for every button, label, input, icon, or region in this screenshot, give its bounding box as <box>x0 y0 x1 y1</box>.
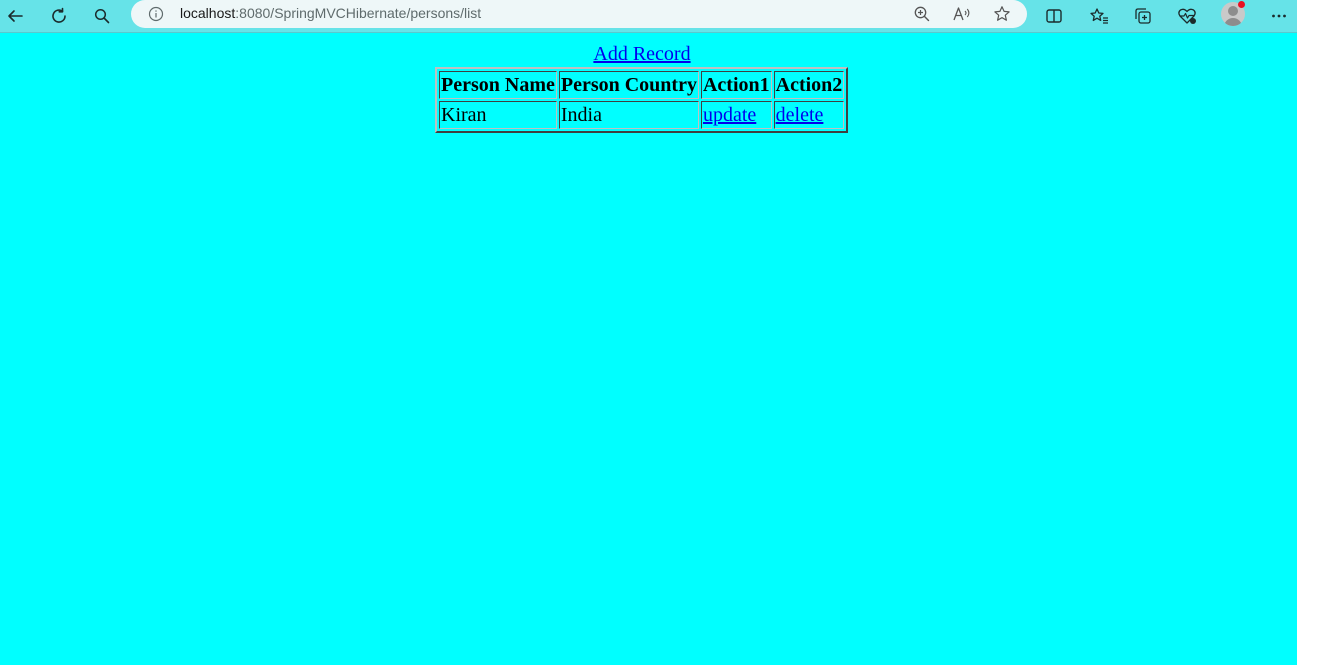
page-content: Add Record Person Name Person Country Ac… <box>0 33 1297 665</box>
favorite-button[interactable] <box>992 4 1012 24</box>
search-button[interactable] <box>88 2 116 30</box>
split-screen-icon <box>1046 9 1062 23</box>
avatar-head-shape <box>1228 6 1238 16</box>
cell-person-country: India <box>558 101 699 129</box>
read-aloud-button[interactable] <box>952 4 972 24</box>
avatar-body-shape <box>1224 18 1242 26</box>
info-icon[interactable] <box>148 6 164 22</box>
add-record-container: Add Record <box>0 42 1284 66</box>
favorites-icon <box>1090 8 1108 24</box>
heart-pulse-icon <box>1178 8 1196 24</box>
cell-action1: update <box>700 101 772 129</box>
cell-action2: delete <box>773 101 845 129</box>
split-screen-button[interactable] <box>1040 2 1068 30</box>
profile-notification-dot <box>1238 1 1245 8</box>
column-header-person-country: Person Country <box>558 71 699 99</box>
collections-button[interactable] <box>1129 2 1157 30</box>
table-header-row: Person Name Person Country Action1 Actio… <box>439 71 845 99</box>
delete-link[interactable]: delete <box>776 104 824 126</box>
browser-window: localhost:8080/SpringMVCHibernate/person… <box>0 0 1297 665</box>
zoom-in-icon <box>914 6 930 22</box>
url-path: :8080/SpringMVCHibernate/persons/list <box>235 5 482 21</box>
read-aloud-icon <box>953 7 970 21</box>
cell-person-name: Kiran <box>439 101 557 129</box>
update-link[interactable]: update <box>703 104 756 126</box>
url-text[interactable]: localhost:8080/SpringMVCHibernate/person… <box>180 5 481 21</box>
column-header-action1: Action1 <box>700 71 772 99</box>
search-icon <box>94 8 110 24</box>
more-button[interactable] <box>1265 2 1293 30</box>
favorites-button[interactable] <box>1085 2 1113 30</box>
column-header-action2: Action2 <box>773 71 845 99</box>
url-host: localhost <box>180 5 236 21</box>
zoom-button[interactable] <box>912 4 932 24</box>
table-row: Kiran India update delete <box>439 101 845 129</box>
reload-button[interactable] <box>45 2 73 30</box>
star-icon <box>994 6 1010 21</box>
column-header-person-name: Person Name <box>439 71 557 99</box>
back-arrow-icon <box>8 10 23 22</box>
collections-icon <box>1135 8 1151 24</box>
browser-toolbar: localhost:8080/SpringMVCHibernate/person… <box>0 0 1297 33</box>
more-icon <box>1272 14 1286 18</box>
refresh-icon <box>52 7 66 23</box>
screen-margin <box>1297 0 1344 665</box>
persons-table: Person Name Person Country Action1 Actio… <box>435 67 849 133</box>
back-button[interactable] <box>1 2 29 30</box>
browser-essentials-button[interactable] <box>1173 2 1201 30</box>
add-record-link[interactable]: Add Record <box>593 43 690 65</box>
address-bar[interactable]: localhost:8080/SpringMVCHibernate/person… <box>131 0 1027 28</box>
